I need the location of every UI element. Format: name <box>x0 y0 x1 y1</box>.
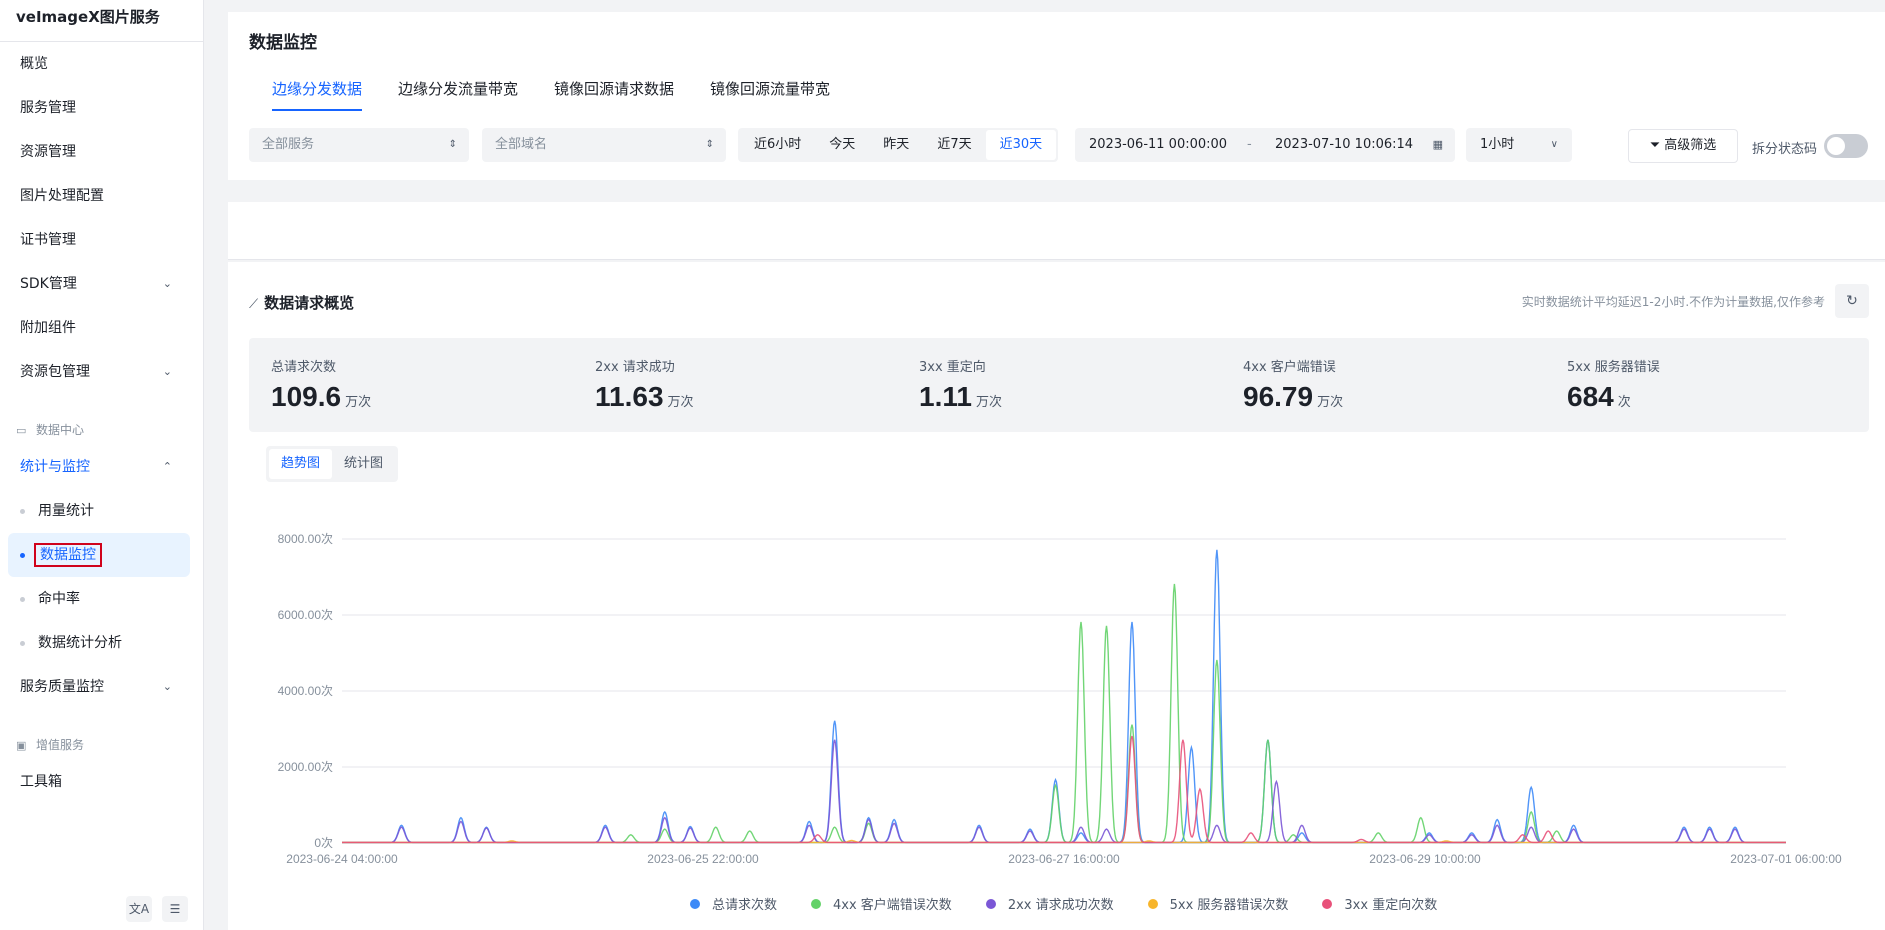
sidebar-item-overview[interactable]: 概览 <box>8 44 190 84</box>
calendar-icon: ▦ <box>1432 138 1443 151</box>
tab-edge-data[interactable]: 边缘分发数据 <box>272 78 363 111</box>
quick-range-group: 近6小时 今天 昨天 近7天 近30天 <box>738 128 1059 162</box>
x-tick-label: 2023-06-29 10:00:00 <box>1369 852 1481 866</box>
x-tick-label: 2023-06-27 16:00:00 <box>1008 852 1120 866</box>
legend-label: 总请求次数 <box>712 898 778 913</box>
legend-swatch <box>1147 898 1158 909</box>
legend-item[interactable]: 3xx 重定向次数 <box>1322 894 1437 913</box>
chart-legend: 总请求次数 4xx 客户端错误次数 2xx 请求成功次数 5xx 服务器错误次数 3xx… <box>690 894 1437 913</box>
date-range-picker[interactable]: 2023-06-11 00:00:00 - 2023-07-10 10:06:1… <box>1075 128 1455 162</box>
sidebar-item-label: 服务管理 <box>20 100 76 116</box>
legend-swatch <box>1322 898 1333 909</box>
tab-edge-bandwidth[interactable]: 边缘分发流量带宽 <box>398 78 518 111</box>
sidebar-item-image-processing[interactable]: 图片处理配置 <box>8 176 190 216</box>
sort-icon: ⇕ <box>448 139 457 150</box>
sidebar-item-resource-management[interactable]: 资源管理 <box>8 132 190 172</box>
split-status-toggle[interactable] <box>1824 134 1868 158</box>
page-title: 数据监控 <box>249 33 317 53</box>
legend-label: 5xx 服务器错误次数 <box>1169 898 1289 913</box>
y-tick-label: 6000.00次 <box>278 608 333 622</box>
sort-icon: ⇕ <box>705 139 714 150</box>
series-line-2 <box>342 739 1786 844</box>
x-tick-label: 2023-07-01 06:00:00 <box>1730 852 1842 866</box>
legend-item[interactable]: 5xx 服务器错误次数 <box>1147 894 1289 913</box>
sidebar-item-label: 概览 <box>20 56 48 72</box>
filter-card: 数据监控 边缘分发数据 边缘分发流量带宽 镜像回源请求数据 镜像回源流量带宽 全… <box>228 12 1885 180</box>
range-7d[interactable]: 近7天 <box>923 130 985 160</box>
granularity-select[interactable]: 1小时 ∨ <box>1466 128 1572 162</box>
legend-item[interactable]: 总请求次数 <box>690 894 777 913</box>
end-date[interactable]: 2023-07-10 10:06:14 <box>1275 128 1413 162</box>
legend-item[interactable]: 2xx 请求成功次数 <box>985 894 1114 913</box>
tab-origin-bandwidth[interactable]: 镜像回源流量带宽 <box>710 78 830 111</box>
x-tick-label: 2023-06-24 04:00:00 <box>286 852 398 866</box>
toggle-knob <box>1827 137 1845 155</box>
split-status-label: 拆分状态码 <box>1752 142 1818 157</box>
tab-bar: 边缘分发数据 边缘分发流量带宽 镜像回源请求数据 镜像回源流量带宽 <box>272 78 830 111</box>
legend-swatch <box>985 898 996 909</box>
legend-label: 3xx 重定向次数 <box>1344 898 1438 913</box>
sidebar-item-certificates[interactable]: 证书管理 <box>8 220 190 260</box>
app-title: veImageX图片服务 <box>0 0 203 42</box>
range-today[interactable]: 今天 <box>815 130 869 160</box>
chevron-down-icon: ∨ <box>1550 139 1558 150</box>
y-tick-label: 8000.00次 <box>278 532 333 546</box>
y-tick-label: 0次 <box>314 836 333 850</box>
range-separator: - <box>1247 137 1252 152</box>
sidebar-item-service-management[interactable]: 服务管理 <box>8 88 190 128</box>
service-select[interactable]: 全部服务 ⇕ <box>249 128 469 162</box>
advanced-filter-button[interactable]: ⏷ 高级筛选 <box>1628 129 1738 163</box>
legend-item[interactable]: 4xx 客户端错误次数 <box>811 894 952 913</box>
y-tick-label: 2000.00次 <box>278 760 333 774</box>
series-line-4 <box>342 735 1786 844</box>
series-line-1 <box>342 583 1786 844</box>
sidebar-item-label: 证书管理 <box>20 232 76 248</box>
trend-chart[interactable]: 0次 2000.00次 4000.00次 6000.00次 8000.00次 2023-0… <box>0 262 1885 930</box>
sidebar-item-label: 图片处理配置 <box>20 188 104 204</box>
domain-select[interactable]: 全部域名 ⇕ <box>482 128 726 162</box>
legend-swatch <box>811 898 822 909</box>
legend-swatch <box>690 898 700 909</box>
legend-label: 4xx 客户端错误次数 <box>833 898 952 913</box>
filter-icon: ⏷ <box>1649 138 1665 153</box>
y-tick-label: 4000.00次 <box>278 684 333 698</box>
x-tick-label: 2023-06-25 22:00:00 <box>647 852 759 866</box>
start-date[interactable]: 2023-06-11 00:00:00 <box>1089 128 1227 162</box>
range-30d[interactable]: 近30天 <box>985 130 1057 160</box>
blank-panel <box>228 202 1885 260</box>
legend-label: 2xx 请求成功次数 <box>1007 898 1114 913</box>
sidebar-item-label: 资源管理 <box>20 144 76 160</box>
series-line-0 <box>342 549 1786 844</box>
range-6h[interactable]: 近6小时 <box>740 130 815 160</box>
range-yesterday[interactable]: 昨天 <box>869 130 923 160</box>
tab-origin-requests[interactable]: 镜像回源请求数据 <box>554 78 674 111</box>
